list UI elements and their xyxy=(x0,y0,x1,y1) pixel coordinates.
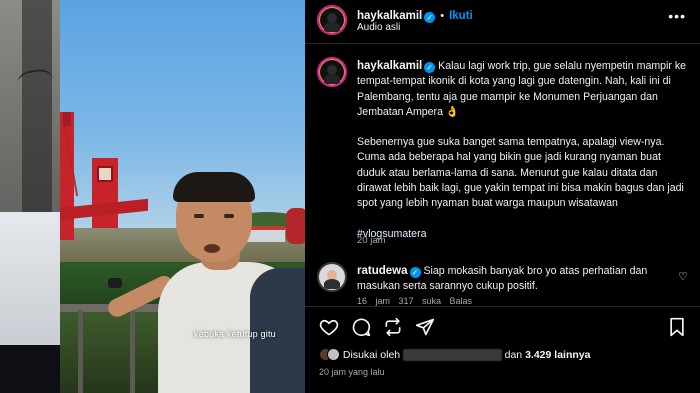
liker-avatar xyxy=(327,348,340,361)
background-blur-left xyxy=(0,0,60,393)
reel-video[interactable]: kebuka ketutup gitu xyxy=(60,0,305,393)
comment-icon[interactable] xyxy=(351,317,371,341)
video-caption: kebuka ketutup gitu xyxy=(194,329,276,339)
likes-count[interactable]: 3.429 lainnya xyxy=(525,349,590,361)
verified-badge-icon: ✓ xyxy=(424,62,436,73)
post-username[interactable]: haykalkamil xyxy=(357,60,422,72)
repost-icon[interactable] xyxy=(383,317,403,341)
post-header: haykalkamil ✓ • Ikuti Audio asli ••• xyxy=(305,0,700,44)
header-username[interactable]: haykalkamil xyxy=(357,10,422,22)
audio-link[interactable]: Audio asli xyxy=(357,22,400,33)
verified-badge-icon: ✓ xyxy=(424,12,436,23)
follow-button[interactable]: Ikuti xyxy=(449,10,473,22)
post-timestamp: 20 jam yang lalu xyxy=(319,367,385,377)
heart-icon[interactable] xyxy=(319,317,339,341)
comment-username[interactable]: ratudewa xyxy=(357,265,408,277)
post-time: 20 jam xyxy=(357,235,386,246)
post-panel: haykalkamil ✓ • Ikuti Audio asli ••• haykal… xyxy=(305,0,700,393)
lantern xyxy=(286,208,305,244)
send-icon[interactable] xyxy=(415,317,435,341)
liker-username[interactable]: palembang_bersama xyxy=(403,349,502,361)
verified-badge-icon: ✓ xyxy=(409,267,421,278)
likes-summary[interactable]: Disukai oleh palembang_bersama dan 3.429… xyxy=(319,348,590,364)
avatar[interactable] xyxy=(317,5,347,35)
comment-meta: 16 jam 317 suka Balas xyxy=(357,296,473,306)
comment-like-icon[interactable]: ♡ xyxy=(678,270,688,283)
post-author-avatar[interactable] xyxy=(317,57,347,87)
bookmark-icon[interactable] xyxy=(668,317,686,341)
bridge-tower-right xyxy=(92,158,118,228)
comment-avatar[interactable] xyxy=(317,262,347,292)
comment: ratudewa ✓ Siap mokasih banyak bro yo ata… xyxy=(357,264,672,295)
caption-paragraph-2: Sebenernya gue suka banget sama tempatny… xyxy=(357,136,684,210)
action-bar xyxy=(305,306,700,350)
more-options-icon[interactable]: ••• xyxy=(668,8,686,24)
post-caption: haykalkamil ✓ Kalau lagi work trip, gue s… xyxy=(357,59,687,242)
watch xyxy=(108,278,122,288)
